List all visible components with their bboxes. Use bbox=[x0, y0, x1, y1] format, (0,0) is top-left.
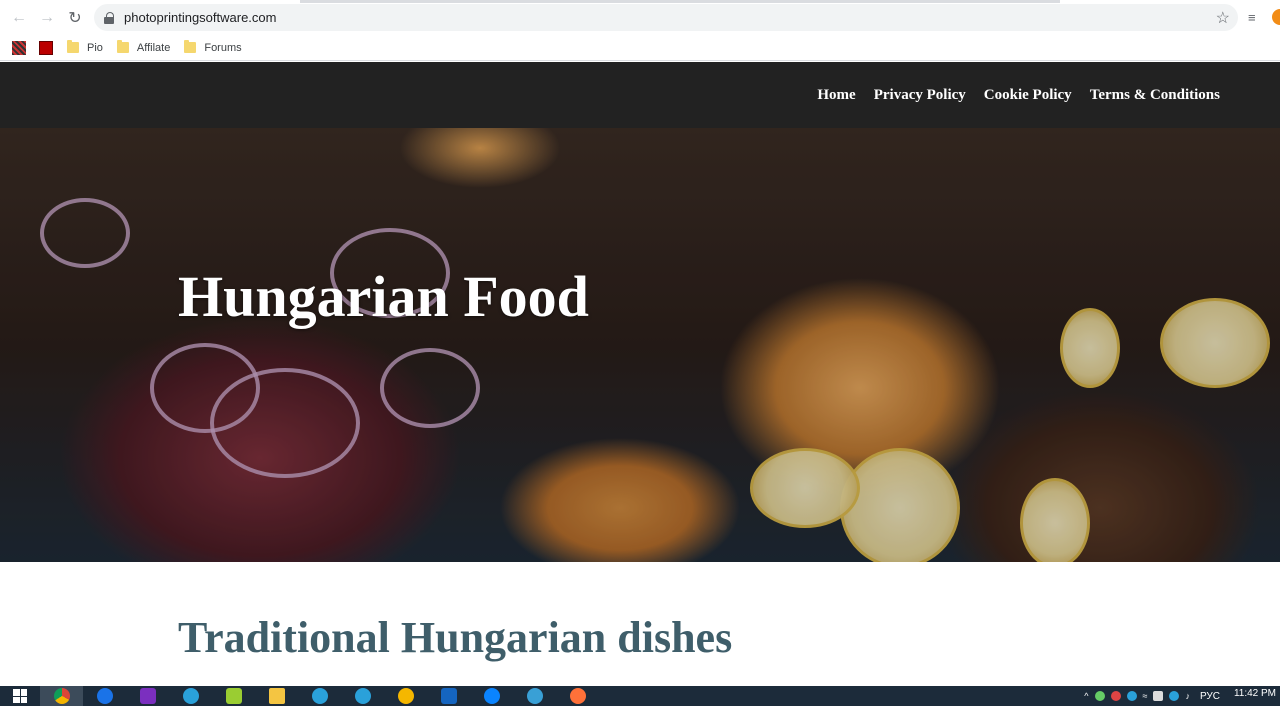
hero-overlay bbox=[0, 128, 1280, 562]
nav-privacy-policy[interactable]: Privacy Policy bbox=[874, 87, 966, 104]
nav-terms-conditions[interactable]: Terms & Conditions bbox=[1090, 87, 1220, 104]
edge-icon bbox=[483, 688, 500, 704]
wifi-icon[interactable]: ≈ bbox=[1143, 691, 1148, 701]
mail-icon bbox=[440, 688, 457, 704]
taskbar-app[interactable] bbox=[513, 686, 556, 706]
telegram-icon[interactable] bbox=[1169, 691, 1180, 701]
folder-icon bbox=[184, 40, 197, 53]
site-header: Home Privacy Policy Cookie Policy Terms … bbox=[0, 62, 1280, 128]
windows-taskbar: ^ ≈ ♪ РУС 11:42 PM bbox=[0, 686, 1280, 706]
folder-icon bbox=[67, 40, 79, 53]
chrome-icon bbox=[53, 688, 70, 704]
bookmark-affilate[interactable]: Affilate bbox=[116, 40, 171, 54]
back-icon[interactable]: ← bbox=[5, 4, 33, 32]
folder-icon bbox=[116, 40, 129, 53]
windows-start-button[interactable] bbox=[0, 686, 40, 706]
reload-icon[interactable]: ↻ bbox=[61, 4, 89, 32]
taskbar-app[interactable] bbox=[126, 686, 169, 706]
telegram-icon bbox=[182, 688, 199, 704]
firefox-icon bbox=[569, 688, 586, 704]
tray-app-icon[interactable] bbox=[1094, 691, 1105, 701]
android-icon bbox=[225, 688, 242, 704]
bookmark-label: Pio bbox=[87, 41, 103, 54]
taskbar-app[interactable] bbox=[384, 686, 427, 706]
bookmark-forums[interactable]: Forums bbox=[184, 40, 242, 54]
hero-title: Hungarian Food bbox=[178, 264, 589, 329]
taskbar-app[interactable] bbox=[83, 686, 126, 706]
section-title: Traditional Hungarian dishes bbox=[178, 613, 733, 662]
qr-bookmark-icon[interactable] bbox=[12, 40, 26, 55]
forward-icon[interactable]: → bbox=[33, 4, 61, 32]
settings-icon bbox=[526, 688, 543, 704]
taskbar-app[interactable] bbox=[470, 686, 513, 706]
windows-logo-icon bbox=[13, 689, 27, 703]
taskbar-app[interactable] bbox=[427, 686, 470, 706]
purple-app-icon bbox=[139, 688, 156, 704]
lock-icon[interactable] bbox=[104, 11, 114, 24]
bookmark-label: Affilate bbox=[136, 41, 171, 54]
chevron-up-icon[interactable]: ^ bbox=[1084, 691, 1088, 701]
nav-cookie-policy[interactable]: Cookie Policy bbox=[984, 87, 1072, 104]
file-explorer-icon bbox=[268, 688, 285, 704]
page-load-progress bbox=[300, 0, 1060, 3]
taskbar-chrome[interactable] bbox=[40, 686, 83, 706]
profile-avatar[interactable] bbox=[1272, 9, 1280, 25]
bookmark-star-icon[interactable]: ☆ bbox=[1216, 8, 1230, 28]
language-indicator[interactable]: РУС bbox=[1200, 691, 1220, 702]
nav-home[interactable]: Home bbox=[817, 87, 855, 104]
clock[interactable]: 11:42 PM bbox=[1234, 688, 1276, 699]
tray-app-icon[interactable] bbox=[1110, 691, 1121, 701]
browser-toolbar: ← → ↻ photoprintingsoftware.com ☆ ≡ bbox=[0, 0, 1280, 35]
volume-icon[interactable]: ♪ bbox=[1185, 691, 1190, 701]
taskbar-app[interactable] bbox=[298, 686, 341, 706]
system-tray: ^ ≈ ♪ РУС bbox=[1084, 686, 1220, 706]
telegram-icon[interactable] bbox=[1126, 691, 1137, 701]
taskbar-app[interactable] bbox=[255, 686, 298, 706]
red-bookmark-icon[interactable] bbox=[39, 40, 53, 55]
bookmarks-bar: Pio Affilate Forums bbox=[0, 35, 1280, 61]
telegram-icon bbox=[311, 688, 328, 704]
taskbar-app[interactable] bbox=[341, 686, 384, 706]
taskbar-app[interactable] bbox=[556, 686, 599, 706]
main-menu: Home Privacy Policy Cookie Policy Terms … bbox=[799, 87, 1220, 104]
bookmark-label: Forums bbox=[204, 41, 242, 54]
bookmark-pio[interactable]: Pio bbox=[67, 40, 103, 54]
reading-list-icon[interactable]: ≡ bbox=[1248, 10, 1256, 25]
taskbar-app[interactable] bbox=[212, 686, 255, 706]
telegram-icon bbox=[354, 688, 371, 704]
battery-icon[interactable] bbox=[1153, 691, 1164, 701]
hero-banner: Hungarian Food bbox=[0, 128, 1280, 562]
dollar-icon bbox=[397, 688, 414, 704]
address-bar[interactable]: photoprintingsoftware.com ☆ bbox=[94, 4, 1238, 31]
taskbar-app[interactable] bbox=[169, 686, 212, 706]
url-text[interactable]: photoprintingsoftware.com bbox=[124, 10, 276, 25]
browser-icon bbox=[96, 688, 113, 704]
